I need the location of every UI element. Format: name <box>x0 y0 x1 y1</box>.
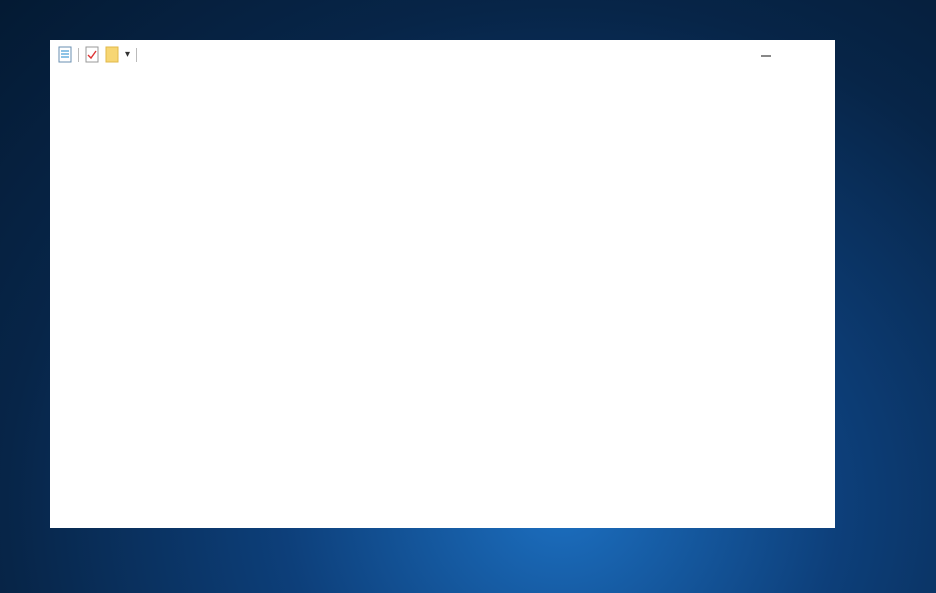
properties-icon[interactable] <box>58 46 72 63</box>
minimize-hit <box>742 40 788 71</box>
title-bar: ▾ <box>50 40 835 71</box>
quick-access-toolbar: ▾ <box>58 46 138 63</box>
new-folder-icon[interactable] <box>105 46 119 63</box>
customize-dropdown-icon[interactable]: ▾ <box>125 49 130 60</box>
separator <box>78 47 79 62</box>
checkmark-doc-icon[interactable] <box>85 46 99 63</box>
file-explorer-window: ▾ <box>50 40 835 528</box>
separator <box>136 47 138 62</box>
